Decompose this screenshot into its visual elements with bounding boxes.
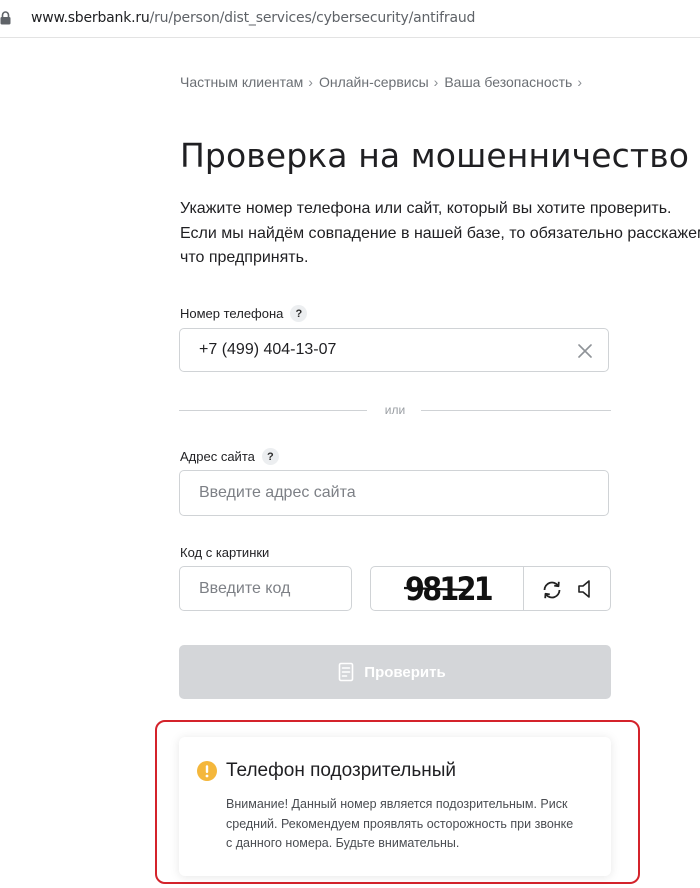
site-help-icon[interactable]: ? (261, 448, 279, 465)
captcha-code-field[interactable] (179, 566, 352, 611)
chevron-right-icon: › (433, 74, 439, 90)
document-icon (338, 662, 354, 682)
check-button-label: Проверить (364, 663, 446, 681)
chevron-right-icon: › (577, 74, 583, 90)
captcha-label: Код с картинки (180, 545, 270, 560)
divider-line-right (421, 410, 611, 411)
speaker-icon[interactable] (577, 579, 595, 604)
phone-label: Номер телефона ? (180, 305, 308, 322)
address-bar[interactable]: www.sberbank.ru/ru/person/dist_services/… (0, 0, 700, 38)
breadcrumb: Частным клиентам › Онлайн-сервисы › Ваша без… (180, 74, 588, 90)
result-title: Телефон подозрительный (226, 760, 457, 781)
phone-field[interactable] (179, 328, 609, 372)
phone-input[interactable] (180, 329, 608, 371)
lock-icon (0, 11, 11, 30)
phone-help-icon[interactable]: ? (290, 305, 308, 322)
breadcrumb-item-online-services[interactable]: Онлайн-сервисы (319, 74, 429, 90)
site-input[interactable] (180, 471, 608, 515)
site-field[interactable] (179, 470, 609, 516)
breadcrumb-item-your-security[interactable]: Ваша безопасность (444, 74, 572, 90)
refresh-icon[interactable] (541, 579, 563, 606)
breadcrumb-item-private-clients[interactable]: Частным клиентам (180, 74, 303, 90)
captcha-image: 98121 (403, 570, 495, 607)
url-text[interactable]: www.sberbank.ru/ru/person/dist_services/… (31, 10, 475, 26)
intro-text: Укажите номер телефона или сайт, который… (180, 200, 700, 266)
captcha-code-input[interactable] (180, 567, 351, 610)
captcha-divider (523, 567, 524, 610)
chevron-right-icon: › (308, 74, 313, 90)
page-title: Проверка на мошенничество (180, 136, 690, 175)
clear-icon[interactable] (578, 344, 592, 363)
or-divider: или (179, 403, 611, 417)
site-label: Адрес сайта ? (180, 448, 279, 465)
warning-icon (197, 761, 217, 786)
check-button[interactable]: Проверить (179, 645, 611, 699)
captcha-panel: 98121 (370, 566, 611, 611)
result-card: Телефон подозрительный Внимание! Данный … (179, 737, 611, 876)
result-message: Внимание! Данный номер является подозрит… (226, 797, 574, 850)
